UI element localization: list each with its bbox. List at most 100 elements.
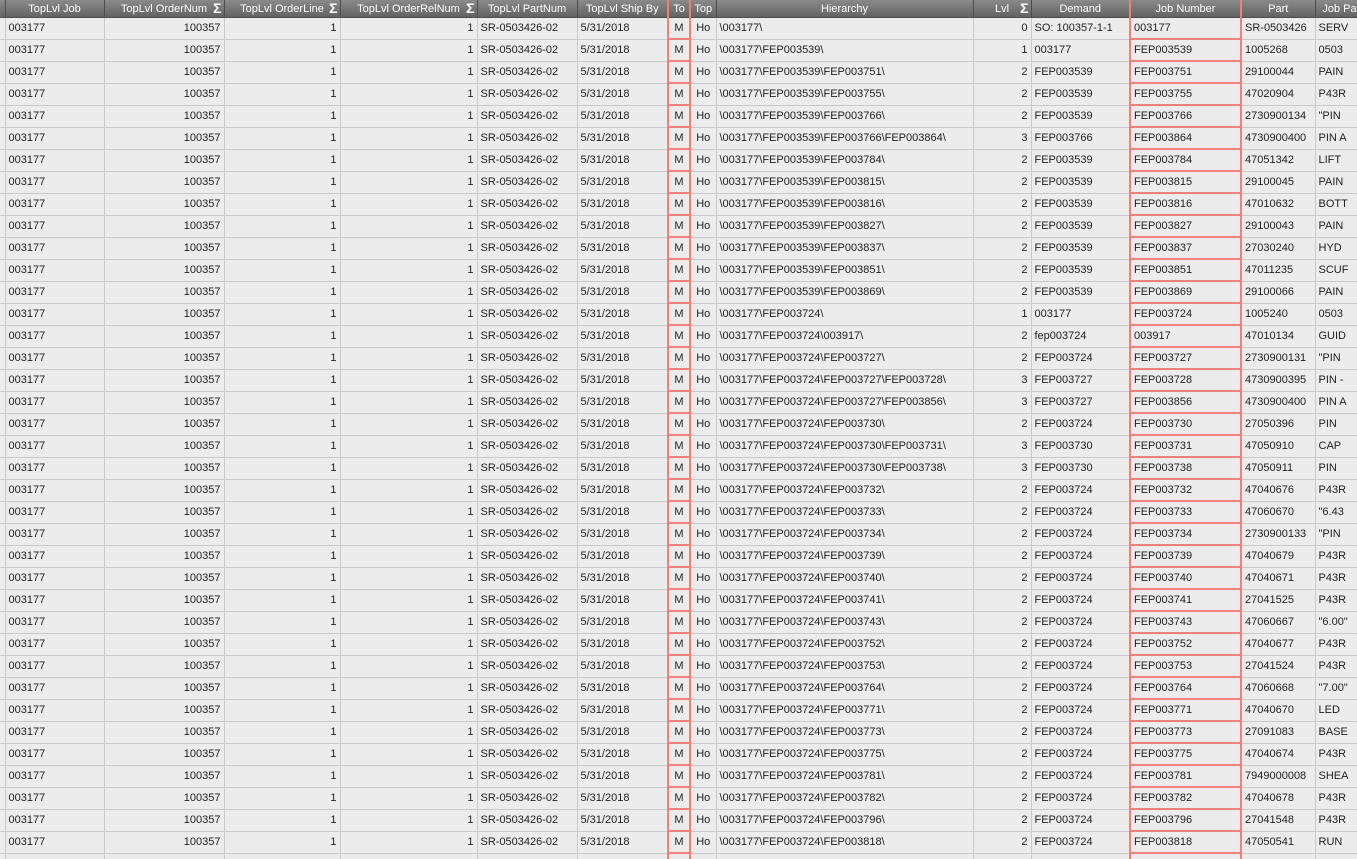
table-row[interactable]: 00317710035711SR-0503426-025/31/2018MHo\… xyxy=(0,721,1357,744)
cell-hierarchy[interactable]: \003177\FEP003724\FEP003821\ xyxy=(716,853,974,859)
cell-top[interactable]: Ho xyxy=(690,699,717,722)
cell-job-part[interactable]: P43R xyxy=(1315,567,1357,590)
cell-toplvl-orderline[interactable]: 1 xyxy=(224,193,341,216)
cell-toplvl-job[interactable]: 003177 xyxy=(5,149,105,172)
cell-top[interactable]: Ho xyxy=(690,655,717,678)
cell-lvl[interactable]: 2 xyxy=(973,611,1032,634)
cell-hierarchy[interactable]: \003177\ xyxy=(716,17,974,40)
cell-toplvl-orderrelnum[interactable]: 1 xyxy=(340,567,478,590)
column-header-lvl[interactable]: Lvl Σ xyxy=(973,0,1032,18)
cell-toplvl-shipby[interactable]: 5/31/2018 xyxy=(577,413,669,436)
cell-toplvl-partnum[interactable]: SR-0503426-02 xyxy=(477,39,578,62)
cell-job-number[interactable]: FEP003771 xyxy=(1129,699,1242,722)
cell-toplvl-partnum[interactable]: SR-0503426-02 xyxy=(477,215,578,238)
cell-to[interactable]: M xyxy=(667,809,691,832)
cell-demand[interactable]: FEP003539 xyxy=(1031,281,1131,304)
cell-demand[interactable]: FEP003730 xyxy=(1031,457,1131,480)
cell-job-number[interactable]: FEP003732 xyxy=(1129,479,1242,502)
cell-job-part[interactable]: CAP xyxy=(1315,435,1357,458)
cell-toplvl-partnum[interactable]: SR-0503426-02 xyxy=(477,633,578,656)
table-row[interactable]: 00317710035711SR-0503426-025/31/2018MHo\… xyxy=(0,743,1357,766)
cell-job-number[interactable]: FEP003755 xyxy=(1129,83,1242,106)
cell-demand[interactable]: FEP003539 xyxy=(1031,171,1131,194)
cell-demand[interactable]: FEP003539 xyxy=(1031,83,1131,106)
cell-toplvl-partnum[interactable]: SR-0503426-02 xyxy=(477,303,578,326)
cell-toplvl-ordernum[interactable]: 100357 xyxy=(104,633,225,656)
cell-job-number[interactable]: FEP003727 xyxy=(1129,347,1242,370)
cell-toplvl-shipby[interactable]: 5/31/2018 xyxy=(577,479,669,502)
cell-job-part[interactable]: 0503 xyxy=(1315,303,1357,326)
cell-toplvl-shipby[interactable]: 5/31/2018 xyxy=(577,281,669,304)
cell-toplvl-shipby[interactable]: 5/31/2018 xyxy=(577,589,669,612)
cell-job-number[interactable]: FEP003752 xyxy=(1129,633,1242,656)
table-row[interactable]: 00317710035711SR-0503426-025/31/2018MHo\… xyxy=(0,149,1357,172)
sum-icon[interactable]: Σ xyxy=(213,0,221,17)
cell-job-number[interactable]: FEP003739 xyxy=(1129,545,1242,568)
cell-toplvl-job[interactable]: 003177 xyxy=(5,853,105,859)
cell-to[interactable]: M xyxy=(667,259,691,282)
cell-to[interactable]: M xyxy=(667,457,691,480)
cell-hierarchy[interactable]: \003177\FEP003724\003917\ xyxy=(716,325,974,348)
cell-toplvl-orderrelnum[interactable]: 1 xyxy=(340,193,478,216)
cell-toplvl-shipby[interactable]: 5/31/2018 xyxy=(577,567,669,590)
cell-demand[interactable]: FEP003724 xyxy=(1031,611,1131,634)
cell-top[interactable]: Ho xyxy=(690,545,717,568)
cell-hierarchy[interactable]: \003177\FEP003724\FEP003743\ xyxy=(716,611,974,634)
cell-toplvl-orderrelnum[interactable]: 1 xyxy=(340,39,478,62)
cell-hierarchy[interactable]: \003177\FEP003539\FEP003837\ xyxy=(716,237,974,260)
column-header-toplvl-ordernum[interactable]: TopLvl OrderNum Σ xyxy=(104,0,225,18)
cell-to[interactable]: M xyxy=(667,303,691,326)
cell-hierarchy[interactable]: \003177\FEP003724\FEP003741\ xyxy=(716,589,974,612)
cell-to[interactable]: M xyxy=(667,83,691,106)
cell-toplvl-ordernum[interactable]: 100357 xyxy=(104,831,225,854)
cell-toplvl-orderrelnum[interactable]: 1 xyxy=(340,853,478,859)
cell-toplvl-shipby[interactable]: 5/31/2018 xyxy=(577,259,669,282)
cell-lvl[interactable]: 2 xyxy=(973,545,1032,568)
cell-toplvl-ordernum[interactable]: 100357 xyxy=(104,567,225,590)
cell-part[interactable]: 4730900395 xyxy=(1241,369,1316,392)
cell-toplvl-job[interactable]: 003177 xyxy=(5,567,105,590)
cell-top[interactable]: Ho xyxy=(690,523,717,546)
cell-lvl[interactable]: 2 xyxy=(973,237,1032,260)
cell-part[interactable]: 4730900400 xyxy=(1241,391,1316,414)
cell-job-part[interactable]: BASE xyxy=(1315,721,1357,744)
table-row[interactable]: 00317710035711SR-0503426-025/31/2018MHo\… xyxy=(0,39,1357,62)
cell-hierarchy[interactable]: \003177\FEP003724\FEP003753\ xyxy=(716,655,974,678)
cell-job-part[interactable]: BOTT xyxy=(1315,193,1357,216)
cell-toplvl-job[interactable]: 003177 xyxy=(5,699,105,722)
cell-demand[interactable]: FEP003727 xyxy=(1031,391,1131,414)
cell-to[interactable]: M xyxy=(667,435,691,458)
table-row[interactable]: 00317710035711SR-0503426-025/31/2018MHo\… xyxy=(0,699,1357,722)
cell-job-number[interactable]: FEP003751 xyxy=(1129,61,1242,84)
cell-top[interactable]: Ho xyxy=(690,127,717,150)
cell-toplvl-orderrelnum[interactable]: 1 xyxy=(340,523,478,546)
table-row[interactable]: 00317710035711SR-0503426-025/31/2018MHo\… xyxy=(0,193,1357,216)
cell-part[interactable]: 47060667 xyxy=(1241,611,1316,634)
cell-top[interactable]: Ho xyxy=(690,743,717,766)
column-header-job-part[interactable]: Job Pa xyxy=(1315,0,1357,18)
cell-toplvl-partnum[interactable]: SR-0503426-02 xyxy=(477,501,578,524)
cell-toplvl-shipby[interactable]: 5/31/2018 xyxy=(577,347,669,370)
cell-toplvl-ordernum[interactable]: 100357 xyxy=(104,171,225,194)
cell-toplvl-partnum[interactable]: SR-0503426-02 xyxy=(477,831,578,854)
table-row[interactable]: 00317710035711SR-0503426-025/31/2018MHo\… xyxy=(0,435,1357,458)
cell-toplvl-partnum[interactable]: SR-0503426-02 xyxy=(477,17,578,40)
cell-toplvl-ordernum[interactable]: 100357 xyxy=(104,479,225,502)
cell-toplvl-orderline[interactable]: 1 xyxy=(224,215,341,238)
table-row[interactable]: 00317710035711SR-0503426-025/31/2018MHo\… xyxy=(0,61,1357,84)
cell-toplvl-orderrelnum[interactable]: 1 xyxy=(340,237,478,260)
table-row[interactable]: 00317710035711SR-0503426-025/31/2018MHo\… xyxy=(0,589,1357,612)
cell-hierarchy[interactable]: \003177\FEP003539\FEP003751\ xyxy=(716,61,974,84)
cell-hierarchy[interactable]: \003177\FEP003724\FEP003782\ xyxy=(716,787,974,810)
cell-toplvl-job[interactable]: 003177 xyxy=(5,391,105,414)
cell-toplvl-partnum[interactable]: SR-0503426-02 xyxy=(477,369,578,392)
cell-toplvl-job[interactable]: 003177 xyxy=(5,237,105,260)
cell-toplvl-orderline[interactable]: 1 xyxy=(224,589,341,612)
cell-demand[interactable]: FEP003539 xyxy=(1031,105,1131,128)
cell-job-part[interactable]: PAIN xyxy=(1315,281,1357,304)
cell-toplvl-shipby[interactable]: 5/31/2018 xyxy=(577,325,669,348)
cell-to[interactable]: M xyxy=(667,853,691,859)
cell-lvl[interactable]: 2 xyxy=(973,325,1032,348)
cell-toplvl-job[interactable]: 003177 xyxy=(5,501,105,524)
cell-demand[interactable]: FEP003730 xyxy=(1031,435,1131,458)
